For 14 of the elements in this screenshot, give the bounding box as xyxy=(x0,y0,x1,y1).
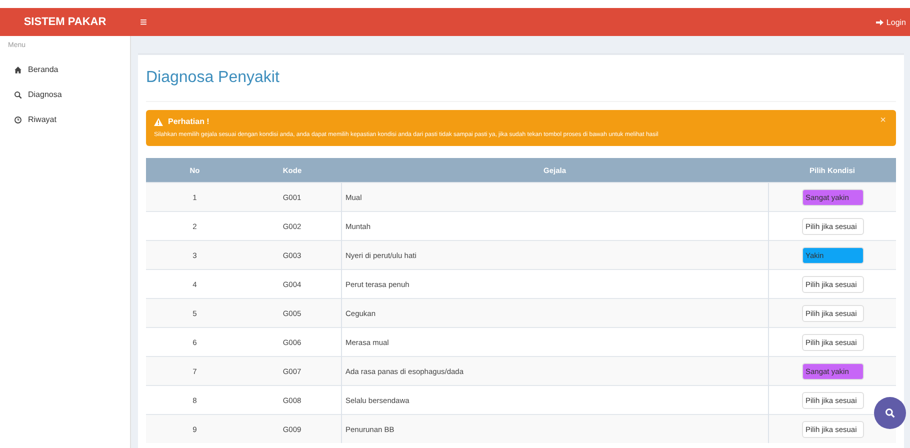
alert-title: Perhatian ! xyxy=(168,117,210,126)
clock-icon xyxy=(14,116,22,124)
sidebar-item[interactable]: Beranda xyxy=(0,57,130,82)
sidebar-item[interactable]: Diagnosa xyxy=(0,82,130,107)
brand-title: SISTEM PAKAR xyxy=(22,16,108,28)
warning-icon xyxy=(154,118,163,126)
search-icon xyxy=(14,90,22,98)
sidebar-item[interactable]: Riwayat xyxy=(0,107,130,132)
menu-toggle[interactable]: ≡ xyxy=(140,15,148,29)
search-icon xyxy=(885,408,895,418)
page-title: Diagnosa Penyakit xyxy=(146,55,896,102)
login-link[interactable]: Login xyxy=(876,18,906,26)
sign-in-icon xyxy=(876,18,884,26)
home-icon xyxy=(14,66,22,74)
